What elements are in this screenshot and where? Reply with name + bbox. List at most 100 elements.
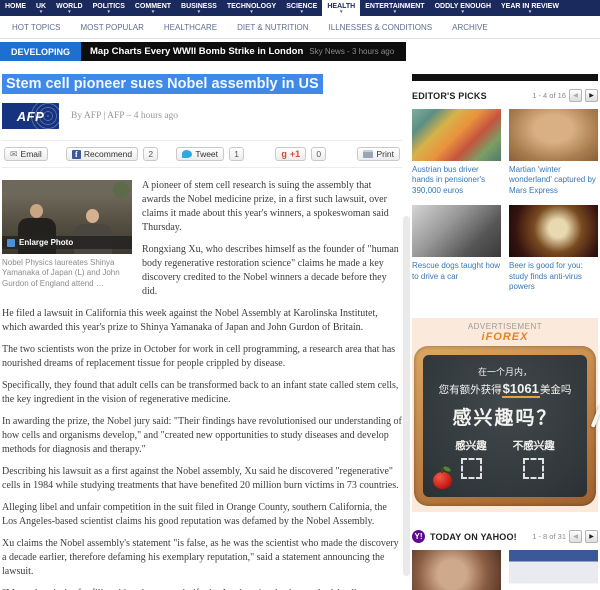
beer-thumbnail[interactable]: [509, 205, 598, 257]
article-body: Enlarge Photo Nobel Physics laureates Sh…: [2, 179, 402, 590]
editors-picks-prev-icon[interactable]: ◀: [569, 89, 582, 102]
chalkboard-ad[interactable]: 在一个月内， 您有额外获得$1061美金吗 感兴趣吗？ 感兴趣 不感兴趣: [414, 346, 596, 506]
chevron-down-icon: ▾: [68, 10, 71, 14]
developing-bar[interactable]: Map Charts Every WWII Bomb Strike in Lon…: [81, 42, 406, 61]
email-icon: ✉: [10, 149, 18, 160]
story-caption[interactable]: Martian 'winter wonderland' captured by …: [509, 165, 598, 196]
advertisement-label: ADVERTISEMENT: [412, 322, 598, 331]
chevron-down-icon: ▾: [107, 10, 110, 14]
article-paragraph: Xu claims the Nobel assembly's statement…: [2, 537, 402, 579]
story-caption[interactable]: Beer is good for you: study finds anti-v…: [509, 261, 598, 292]
email-button[interactable]: ✉ Email: [4, 147, 48, 161]
chevron-down-icon: ▾: [340, 10, 343, 14]
facebook-recommend-button[interactable]: f Recommend: [66, 147, 138, 161]
nav-item-world[interactable]: WORLD▾: [51, 0, 87, 16]
iforex-logo: iFOREX: [412, 331, 598, 343]
gplus-count: 0: [311, 147, 326, 161]
subnav-item-archive[interactable]: ARCHIVE: [452, 23, 488, 32]
ad-question: 感兴趣吗？: [429, 403, 581, 430]
today-next-icon[interactable]: ▶: [585, 530, 598, 543]
developing-headline[interactable]: Map Charts Every WWII Bomb Strike in Lon…: [90, 46, 303, 57]
story-item-mars[interactable]: Martian 'winter wonderland' captured by …: [509, 109, 598, 196]
sub-nav: HOT TOPICS MOST POPULAR HEALTHCARE DIET & N…: [0, 16, 600, 39]
today-on-yahoo-title: TODAY ON YAHOO!: [430, 532, 517, 542]
subnav-item-most-popular[interactable]: MOST POPULAR: [80, 23, 143, 32]
chalk-icon: [591, 404, 600, 428]
news-page: HOME▾UK▾WORLD▾POLITICS▾COMMENT▾BUSINESS▾…: [0, 0, 600, 590]
yahoo-icon: Y!: [412, 530, 425, 543]
tweet-count: 1: [229, 147, 244, 161]
ad-option-no-label: 不感兴趣: [513, 438, 555, 453]
nav-item-health[interactable]: HEALTH▾: [322, 0, 360, 16]
nav-item-home[interactable]: HOME▾: [0, 0, 31, 16]
ad-option-yes-label: 感兴趣: [455, 438, 487, 453]
ad-option-yes-checkbox[interactable]: [461, 458, 482, 479]
euros-thumbnail[interactable]: [412, 109, 501, 161]
nav-item-year-in-review[interactable]: YEAR IN REVIEW▾: [496, 0, 564, 16]
editors-picks-pagination: 1 - 4 of 16: [532, 91, 566, 100]
story-item-facebook[interactable]: What Facebook's privacy …: [509, 550, 598, 590]
print-icon: [363, 150, 373, 158]
article-paragraph: Describing his lawsuit as a first agains…: [2, 465, 402, 493]
ad-line2: 您有额外获得$1061美金吗: [429, 381, 581, 397]
google-plus-icon: g: [281, 149, 287, 159]
chevron-down-icon: ▾: [198, 10, 201, 14]
facebook-thumbnail[interactable]: [509, 550, 598, 590]
editors-picks-next-icon[interactable]: ▶: [585, 89, 598, 102]
story-item-dog[interactable]: Rescue dogs taught how to drive a car: [412, 205, 501, 292]
chevron-down-icon: ▾: [250, 10, 253, 14]
subnav-item-healthcare[interactable]: HEALTHCARE: [164, 23, 217, 32]
story-item-euros[interactable]: Austrian bus driver hands in pensioner's…: [412, 109, 501, 196]
nav-item-politics[interactable]: POLITICS▾: [88, 0, 130, 16]
share-toolbar: ✉ Email f Recommend 2 Tweet 1 g: [2, 140, 402, 168]
afp-logo: AFP: [2, 103, 59, 129]
sidebar-top-bar: [412, 74, 598, 81]
chevron-down-icon: ▾: [40, 10, 43, 14]
article-paragraph: Specifically, they found that adult cell…: [2, 379, 402, 407]
chevron-down-icon: ▾: [152, 10, 155, 14]
article-paragraph: In awarding the prize, the Nobel jury sa…: [2, 415, 402, 457]
column-scrollbar[interactable]: [403, 216, 410, 576]
subnav-item-hot-topics[interactable]: HOT TOPICS: [12, 23, 60, 32]
story-caption[interactable]: Rescue dogs taught how to drive a car: [412, 261, 501, 282]
today-pagination: 1 - 8 of 31: [532, 532, 566, 541]
photo-icon: [7, 239, 15, 247]
chevron-down-icon: ▾: [301, 10, 304, 14]
top-nav: HOME▾UK▾WORLD▾POLITICS▾COMMENT▾BUSINESS▾…: [0, 0, 600, 16]
developing-source: Sky News - 3 hours ago: [309, 47, 394, 56]
dog-thumbnail[interactable]: [412, 205, 501, 257]
nav-item-business[interactable]: BUSINESS▾: [176, 0, 222, 16]
subnav-item-diet-nutrition[interactable]: DIET & NUTRITION: [237, 23, 308, 32]
story-item-kate[interactable]: And the nation wants to …: [412, 550, 501, 590]
nav-item-science[interactable]: SCIENCE▾: [281, 0, 322, 16]
tweet-button[interactable]: Tweet: [176, 147, 224, 161]
subnav-item-illnesses-conditions[interactable]: ILLNESSES & CONDITIONS: [329, 23, 433, 32]
recommend-count: 2: [143, 147, 158, 161]
chevron-down-icon: ▾: [462, 10, 465, 14]
today-prev-icon[interactable]: ◀: [569, 530, 582, 543]
nav-item-technology[interactable]: TECHNOLOGY▾: [222, 0, 281, 16]
today-on-yahoo-module: Y! TODAY ON YAHOO! 1 - 8 of 31 ◀ ▶ And t…: [412, 530, 598, 590]
ad-option-no-checkbox[interactable]: [523, 458, 544, 479]
chevron-down-icon: ▾: [394, 10, 397, 14]
story-caption[interactable]: Austrian bus driver hands in pensioner's…: [412, 165, 501, 196]
enlarge-photo-button[interactable]: Enlarge Photo: [2, 236, 132, 249]
developing-label: DEVELOPING: [0, 42, 81, 61]
nav-item-comment[interactable]: COMMENT▾: [130, 0, 176, 16]
article-photo: Enlarge Photo: [2, 180, 132, 254]
ad-money-amount: $1061: [502, 381, 540, 398]
advertisement-module: ADVERTISEMENT iFOREX 在一个月内， 您有额外获得$1061美…: [412, 318, 598, 512]
nav-item-entertainment[interactable]: ENTERTAINMENT▾: [360, 0, 429, 16]
nav-item-uk[interactable]: UK▾: [31, 0, 51, 16]
google-plus-one-button[interactable]: g +1: [275, 147, 306, 161]
mars-thumbnail[interactable]: [509, 109, 598, 161]
photo-caption: Nobel Physics laureates Shinya Yamanaka …: [2, 254, 132, 289]
print-button[interactable]: Print: [357, 147, 399, 161]
nav-item-oddly-enough[interactable]: ODDLY ENOUGH▾: [430, 0, 496, 16]
kate-thumbnail[interactable]: [412, 550, 501, 590]
story-item-beer[interactable]: Beer is good for you: study finds anti-v…: [509, 205, 598, 292]
article-title: Stem cell pioneer sues Nobel assembly in…: [2, 74, 323, 94]
editors-picks-title: EDITOR'S PICKS: [412, 91, 487, 101]
editors-picks-module: EDITOR'S PICKS 1 - 4 of 16 ◀ ▶ Austrian …: [412, 89, 598, 292]
article-paragraph: He filed a lawsuit in California this we…: [2, 307, 402, 335]
